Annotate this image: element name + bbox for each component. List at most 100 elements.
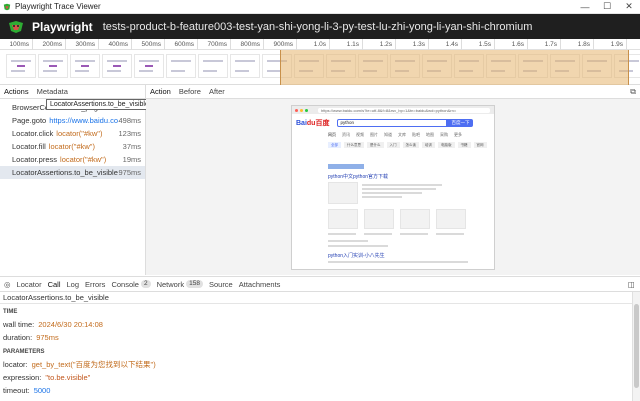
filmstrip-frame[interactable] xyxy=(70,54,100,78)
timeline-ruler: 100ms 200ms 300ms 400ms 500ms 600ms 700ms 800ms… xyxy=(0,39,640,50)
baidu-nav-item[interactable]: 文库 xyxy=(398,132,406,138)
playwright-logo-icon xyxy=(9,20,23,33)
result-thumbnail xyxy=(436,209,466,229)
baidu-filter-chip[interactable]: 入门 xyxy=(386,142,400,148)
action-item[interactable]: Locator.fill locator("#kw") 37ms xyxy=(0,140,145,153)
timeout-label: timeout: xyxy=(3,386,30,395)
action-url-link[interactable]: https://www.baidu.com/ xyxy=(49,116,118,125)
timeline-tick: 1.1s xyxy=(330,39,363,50)
count-badge: 2 xyxy=(140,280,151,288)
filmstrip-frame[interactable] xyxy=(38,54,68,78)
result-text-line xyxy=(400,233,428,235)
tab-network[interactable]: Network 158 xyxy=(154,276,206,292)
tab-label: Locator xyxy=(16,279,42,289)
tab-errors[interactable]: Errors xyxy=(82,276,108,292)
tab-log[interactable]: Log xyxy=(64,276,83,292)
maximize-button[interactable]: ☐ xyxy=(596,0,618,14)
tab-call[interactable]: Call xyxy=(45,276,64,292)
timeout-value: 5000 xyxy=(33,386,51,395)
baidu-nav-item[interactable]: 知道 xyxy=(384,132,392,138)
tab-source[interactable]: Source xyxy=(206,276,236,292)
timeline-tick: 400ms xyxy=(99,39,132,50)
expression-label: expression: xyxy=(3,373,42,382)
scrollbar-thumb[interactable] xyxy=(634,304,639,388)
result-title-2[interactable]: python入门实训-小八先生 xyxy=(328,252,385,259)
details-scrollbar[interactable] xyxy=(632,292,640,401)
baidu-filter-chip[interactable]: 是什么 xyxy=(367,142,384,148)
dock-toggle-icon[interactable]: ◫ xyxy=(625,276,640,292)
baidu-nav-item[interactable]: 视频 xyxy=(356,132,364,138)
action-duration: 975ms xyxy=(118,168,141,177)
baidu-nav-item[interactable]: 网页 xyxy=(328,132,336,138)
result-thumbnail xyxy=(400,209,430,229)
baidu-filter-chip[interactable]: 书籍 xyxy=(457,142,471,148)
action-tooltip: LocatorAssertions.to_be_visible xyxy=(46,99,153,110)
action-duration: 123ms xyxy=(118,129,141,138)
tab-console[interactable]: Console 2 xyxy=(108,276,153,292)
baidu-nav-item[interactable]: 更多 xyxy=(454,132,462,138)
minimize-button[interactable]: — xyxy=(574,0,596,14)
action-item[interactable]: LocatorAssertions.to_be_visible 975ms xyxy=(0,166,145,179)
timeline-tick: 700ms xyxy=(198,39,231,50)
result-text-line xyxy=(328,261,468,263)
baidu-filter-chip[interactable]: 官网 xyxy=(473,142,487,148)
tab-before[interactable]: Before xyxy=(175,85,205,99)
baidu-filter-chip[interactable]: 全部 xyxy=(328,142,341,148)
tab-metadata[interactable]: Metadata xyxy=(33,85,72,99)
timeline-tick: 1.5s xyxy=(462,39,495,50)
baidu-nav-item[interactable]: 地图 xyxy=(426,132,434,138)
action-name: Locator.fill xyxy=(12,142,46,151)
highlighted-element xyxy=(328,164,364,169)
baidu-nav-item[interactable]: 图片 xyxy=(370,132,378,138)
baidu-filter-chip[interactable]: 培训 xyxy=(422,142,435,148)
section-time: TIME xyxy=(3,309,18,315)
tab-actions[interactable]: Actions xyxy=(0,85,33,99)
snapshot-browser[interactable]: https://www.baidu.com/s?ie=utf-8&f=8&rsv… xyxy=(291,105,495,270)
open-external-icon[interactable]: ⧉ xyxy=(630,87,636,97)
action-item[interactable]: Locator.click locator("#kw") 123ms xyxy=(0,127,145,140)
baidu-search-input[interactable]: python xyxy=(337,119,448,127)
close-button[interactable]: ✕ xyxy=(618,0,640,14)
baidu-filters: 全部 什么意思 是什么 入门 怎么读 培训 电脑版 书籍 官网 xyxy=(292,142,494,148)
section-parameters: PARAMETERS xyxy=(3,349,45,355)
baidu-filter-chip[interactable]: 怎么读 xyxy=(402,142,419,148)
filmstrip-frame[interactable] xyxy=(102,54,132,78)
filmstrip-frame[interactable] xyxy=(6,54,36,78)
tab-attachments[interactable]: Attachments xyxy=(236,276,284,292)
baidu-search-button[interactable]: 百度一下 xyxy=(447,119,474,127)
tab-action[interactable]: Action xyxy=(146,85,175,99)
action-item[interactable]: Locator.press locator("#kw") 19ms xyxy=(0,153,145,166)
timeline-selection[interactable] xyxy=(280,50,629,85)
timeline-tick: 1.8s xyxy=(561,39,594,50)
action-name: Page.goto xyxy=(12,116,47,125)
timeline-tick: 600ms xyxy=(165,39,198,50)
baidu-nav-item[interactable]: 采购 xyxy=(440,132,448,138)
action-name: Locator.click xyxy=(12,129,54,138)
tab-locator[interactable]: Locator xyxy=(14,276,45,292)
filmstrip-frame[interactable] xyxy=(230,54,260,78)
snapshot-pane: Action Before After ⧉ https://www.baidu.… xyxy=(146,85,640,275)
filmstrip-frame[interactable] xyxy=(134,54,164,78)
call-details: LocatorAssertions.to_be_visible TIME wal… xyxy=(0,292,632,401)
browser-chrome: https://www.baidu.com/s?ie=utf-8&f=8&rsv… xyxy=(292,106,494,114)
baidu-filter-chip[interactable]: 电脑版 xyxy=(438,142,455,148)
timeline[interactable]: 100ms 200ms 300ms 400ms 500ms 600ms 700ms 800ms… xyxy=(0,39,640,85)
baidu-nav-item[interactable]: 贴吧 xyxy=(412,132,420,138)
actions-list: BrowserContext.new_page49msPage.gotohttp… xyxy=(0,99,145,179)
target-icon[interactable]: ◎ xyxy=(0,276,14,292)
filmstrip-frame[interactable] xyxy=(166,54,196,78)
tab-label: Call xyxy=(47,279,61,289)
action-duration: 37ms xyxy=(122,142,141,151)
timeline-tick: 1.0s xyxy=(297,39,330,50)
result-title-1[interactable]: python中文python官方下载 xyxy=(328,173,388,180)
tab-label: Attachments xyxy=(238,279,281,289)
result-text-line xyxy=(328,240,368,242)
baidu-filter-chip[interactable]: 什么意思 xyxy=(344,142,364,148)
action-item[interactable]: Page.gotohttps://www.baidu.com/498ms xyxy=(0,114,145,127)
result-text-line xyxy=(436,233,464,235)
tab-after[interactable]: After xyxy=(205,85,229,99)
timeline-tick: 100ms xyxy=(0,39,33,50)
filmstrip-frame[interactable] xyxy=(198,54,228,78)
baidu-nav-item[interactable]: 资讯 xyxy=(342,132,350,138)
result-text-line xyxy=(328,233,356,235)
